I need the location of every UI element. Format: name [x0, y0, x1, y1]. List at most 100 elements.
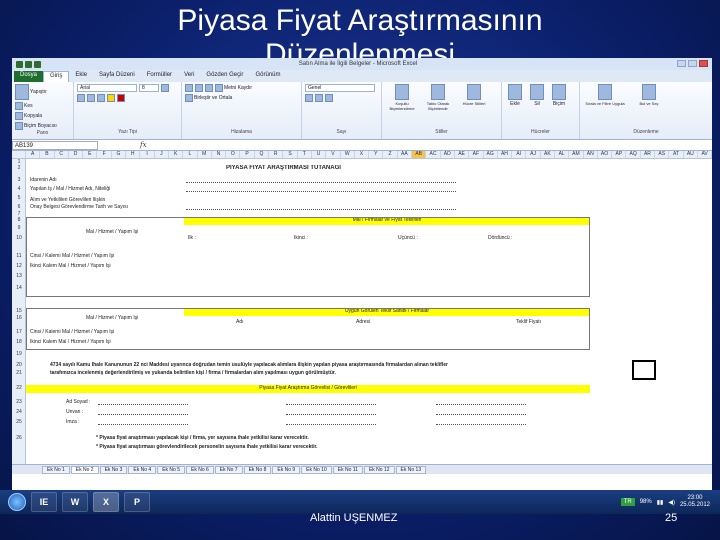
column-header[interactable]: M — [198, 151, 212, 158]
worksheet[interactable]: 1 2 3 4 5 6 7 8 9 10 11 12 13 14 15 16 17 18 19 20 21 22 23 24 2… — [12, 159, 712, 464]
start-button[interactable] — [8, 493, 26, 511]
sheet-tab[interactable]: Ek No 4 — [128, 465, 157, 474]
wrap-text-button[interactable]: Metni Kaydır — [215, 84, 252, 92]
delete-cells-button[interactable]: Sil — [527, 84, 547, 107]
undo-icon[interactable] — [34, 60, 41, 68]
sheet-tab[interactable]: Ek No 5 — [157, 465, 185, 474]
tab-0[interactable]: Dosya — [14, 71, 44, 82]
row-header[interactable]: 25 — [12, 419, 26, 425]
paste-button[interactable]: Yapıştır — [15, 84, 47, 100]
row-header[interactable]: 8 — [12, 217, 26, 223]
font-color-button[interactable] — [117, 94, 125, 102]
minimize-icon[interactable] — [677, 59, 686, 67]
row-header[interactable]: 3 — [12, 177, 26, 183]
taskbar-app-powerpoint[interactable]: P — [124, 492, 150, 512]
zoom-level[interactable]: 98% — [640, 499, 652, 505]
gorevli1-unvan-field[interactable] — [98, 409, 188, 415]
select-all-corner[interactable] — [12, 151, 26, 158]
merge-center-button[interactable]: Birleştir ve Ortala — [185, 94, 232, 102]
column-header[interactable]: O — [226, 151, 241, 158]
percent-button[interactable] — [315, 94, 323, 102]
row-header[interactable]: 4 — [12, 186, 26, 192]
gorevli3-ad-field[interactable] — [436, 399, 526, 405]
cell-styles-button[interactable]: Hücre Stilleri — [457, 84, 491, 111]
column-header[interactable]: I — [140, 151, 155, 158]
column-header[interactable]: AK — [541, 151, 555, 158]
column-header[interactable]: AR — [641, 151, 656, 158]
italic-button[interactable] — [77, 94, 85, 102]
column-header[interactable]: X — [355, 151, 370, 158]
align-middle-button[interactable] — [195, 84, 203, 92]
idare-adi-field[interactable] — [186, 177, 456, 183]
row-header[interactable]: 17 — [12, 329, 26, 335]
tab-2[interactable]: Ekle — [69, 71, 93, 82]
row-header[interactable]: 18 — [12, 339, 26, 345]
column-header[interactable]: AU — [684, 151, 698, 158]
tab-3[interactable]: Sayfa Düzeni — [93, 71, 141, 82]
currency-button[interactable] — [305, 94, 313, 102]
sheet-tab[interactable]: Ek No 6 — [185, 465, 214, 474]
find-select-button[interactable]: Bul ve Seç — [629, 84, 669, 106]
sheet-tab[interactable]: Ek No 10 — [301, 465, 332, 474]
column-header[interactable]: C — [55, 151, 69, 158]
column-header[interactable]: AG — [484, 151, 498, 158]
gorevli2-ad-field[interactable] — [286, 399, 376, 405]
format-cells-button[interactable]: Biçim — [549, 84, 569, 107]
sort-filter-button[interactable]: Sırala ve Filtre Uygula — [583, 84, 627, 106]
gorevli1-ad-field[interactable] — [98, 399, 188, 405]
format-painter-button[interactable]: Biçim Boyacısı — [15, 122, 57, 130]
column-header[interactable]: AT — [669, 151, 684, 158]
column-header[interactable]: J — [155, 151, 169, 158]
column-header[interactable]: R — [269, 151, 284, 158]
column-header[interactable]: AF — [469, 151, 484, 158]
taskbar-app-ie[interactable]: IE — [31, 492, 57, 512]
column-header[interactable]: D — [69, 151, 84, 158]
number-format-combo[interactable]: Genel — [305, 84, 375, 92]
column-header[interactable]: AD — [441, 151, 455, 158]
column-header[interactable]: Q — [255, 151, 270, 158]
font-name-combo[interactable]: Arial — [77, 84, 137, 92]
column-header[interactable]: E — [83, 151, 98, 158]
row-header[interactable]: 2 — [12, 165, 26, 171]
row-header[interactable]: 13 — [12, 273, 26, 279]
cut-button[interactable]: Kes — [15, 102, 57, 110]
gorevli1-imza-field[interactable] — [98, 419, 188, 425]
column-header[interactable]: AM — [569, 151, 584, 158]
quick-access-toolbar[interactable] — [16, 60, 41, 68]
name-box[interactable]: AB139 — [12, 140, 98, 150]
row-header[interactable]: 24 — [12, 409, 26, 415]
column-header[interactable]: B — [40, 151, 55, 158]
save-icon[interactable] — [25, 60, 32, 68]
gorevli2-imza-field[interactable] — [286, 419, 376, 425]
column-header[interactable]: AE — [455, 151, 470, 158]
column-header[interactable]: AV — [698, 151, 712, 158]
column-header[interactable]: Y — [369, 151, 384, 158]
row-header[interactable]: 23 — [12, 399, 26, 405]
row-header[interactable]: 5 — [12, 195, 26, 201]
column-header[interactable]: H — [126, 151, 141, 158]
close-icon[interactable] — [699, 59, 708, 67]
row-header[interactable]: 9 — [12, 225, 26, 231]
sheet-tab[interactable]: Ek No 13 — [395, 465, 427, 474]
row-header[interactable]: 6 — [12, 204, 26, 210]
underline-button[interactable] — [87, 94, 95, 102]
gorevli3-imza-field[interactable] — [436, 419, 526, 425]
row-header[interactable]: 22 — [12, 385, 26, 391]
sheet-tab[interactable]: Ek No 3 — [99, 465, 128, 474]
sheet-tab[interactable]: Ek No 2 — [70, 465, 99, 474]
row-header[interactable]: 19 — [12, 351, 26, 357]
sheet-tab[interactable]: Ek No 7 — [214, 465, 243, 474]
tab-5[interactable]: Veri — [178, 71, 200, 82]
row-header[interactable]: 26 — [12, 435, 26, 441]
column-header[interactable]: T — [298, 151, 312, 158]
format-as-table-button[interactable]: Tablo Olarak Biçimlendir — [421, 84, 455, 111]
sheet-tab[interactable]: Ek No 9 — [272, 465, 301, 474]
column-header[interactable]: F — [97, 151, 112, 158]
column-header[interactable]: AA — [398, 151, 413, 158]
column-header[interactable]: AO — [598, 151, 613, 158]
column-header[interactable]: K — [169, 151, 184, 158]
row-header[interactable]: 12 — [12, 263, 26, 269]
align-top-button[interactable] — [185, 84, 193, 92]
tab-1[interactable]: Giriş — [43, 71, 70, 82]
align-bottom-button[interactable] — [205, 84, 213, 92]
